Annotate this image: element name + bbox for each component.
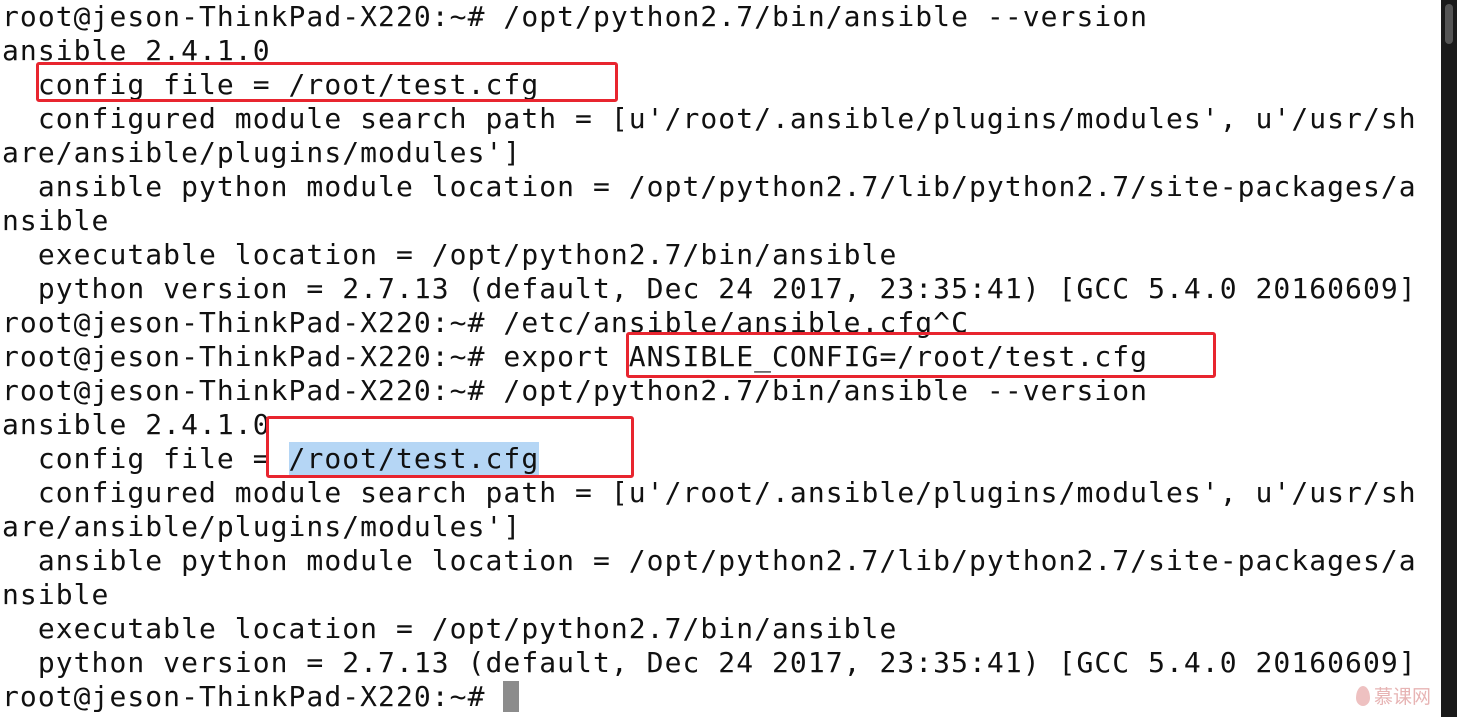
- text-cursor: [503, 681, 520, 712]
- terminal-line: python version = 2.7.13 (default, Dec 24…: [2, 272, 1417, 305]
- watermark-text: 慕课网: [1373, 686, 1431, 708]
- terminal-line: executable location = /opt/python2.7/bin…: [2, 612, 898, 645]
- scrollbar[interactable]: [1441, 0, 1457, 717]
- terminal-line: python version = 2.7.13 (default, Dec 24…: [2, 646, 1417, 679]
- terminal-line: executable location = /opt/python2.7/bin…: [2, 238, 898, 271]
- watermark: 慕课网: [1355, 682, 1431, 709]
- terminal-line: configured module search path = [u'/root…: [2, 476, 1417, 509]
- terminal-line: root@jeson-ThinkPad-X220:~# /opt/python2…: [2, 0, 1149, 33]
- terminal-line-text: config file =: [2, 442, 289, 475]
- annotation-box: [266, 416, 634, 478]
- terminal-line: ansible python module location = /opt/py…: [2, 544, 1417, 577]
- annotation-box: [36, 62, 618, 102]
- prompt-text: root@jeson-ThinkPad-X220:~#: [2, 680, 504, 713]
- terminal-line: configured module search path = [u'/root…: [2, 102, 1417, 135]
- terminal-line: nsible: [2, 578, 110, 611]
- terminal-line: are/ansible/plugins/modules']: [2, 510, 522, 543]
- terminal-line: ansible 2.4.1.0: [2, 408, 271, 441]
- scrollbar-thumb[interactable]: [1445, 4, 1453, 44]
- flame-icon: [1355, 685, 1370, 706]
- prompt-line[interactable]: root@jeson-ThinkPad-X220:~#: [2, 680, 520, 714]
- terminal-line: ansible python module location = /opt/py…: [2, 170, 1417, 203]
- terminal-line: root@jeson-ThinkPad-X220:~# /opt/python2…: [2, 374, 1149, 407]
- annotation-box: [626, 332, 1216, 378]
- terminal-line: nsible: [2, 204, 110, 237]
- terminal-line: are/ansible/plugins/modules']: [2, 136, 522, 169]
- terminal-window[interactable]: root@jeson-ThinkPad-X220:~# /opt/python2…: [0, 0, 1441, 717]
